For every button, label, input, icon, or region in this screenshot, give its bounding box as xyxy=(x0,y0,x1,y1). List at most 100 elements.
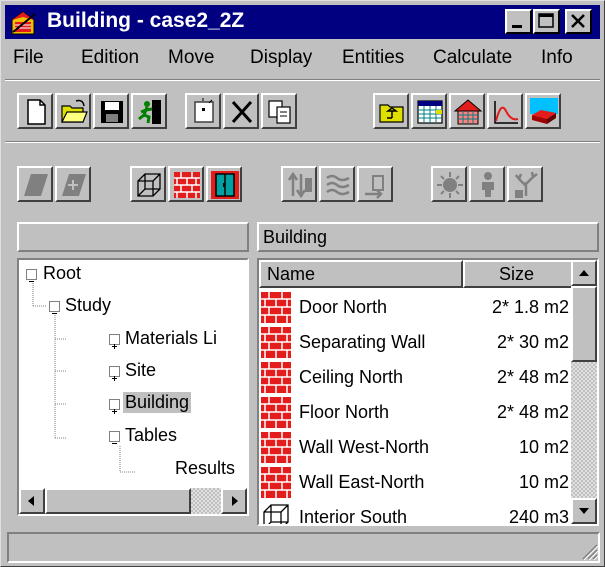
resize-grip-icon[interactable] xyxy=(579,541,599,561)
menu-display[interactable]: Display xyxy=(250,47,312,69)
tree-hscroll-thumb[interactable] xyxy=(45,488,191,514)
list-vscroll-thumb[interactable] xyxy=(571,286,597,362)
tables-collapse-toggle[interactable] xyxy=(109,431,120,444)
save-disk-icon xyxy=(101,101,123,123)
menu-info[interactable]: Info xyxy=(541,47,573,69)
menu-move[interactable]: Move xyxy=(168,47,214,69)
tree-node-site[interactable]: Site xyxy=(125,360,156,381)
column-name-label: Name xyxy=(267,264,316,284)
menu-entities[interactable]: Entities xyxy=(342,47,404,69)
left-panel-header xyxy=(17,222,249,252)
parent-folder-icon xyxy=(379,104,404,123)
toolbar-wall-button[interactable] xyxy=(168,166,204,202)
wall-brick-icon xyxy=(261,397,291,428)
menu-edition[interactable]: Edition xyxy=(81,47,139,69)
toolbar-new-button[interactable] xyxy=(17,93,53,129)
toolbar-shape-button[interactable] xyxy=(17,166,53,202)
arrows-gray-icon xyxy=(287,171,312,199)
tree-view[interactable]: Root Study Materials Li Site Building Ta… xyxy=(17,258,249,516)
entity-list[interactable]: Name Size Door North 2* 1.8 m2 Separatin… xyxy=(257,258,599,526)
toolbar-exit-button[interactable] xyxy=(131,93,167,129)
new-document-icon xyxy=(27,99,46,125)
toolbar-new-item-button[interactable] xyxy=(185,93,221,129)
tree-node-results[interactable]: Results xyxy=(175,458,235,479)
toolbar-table-button[interactable] xyxy=(411,93,447,129)
toolbar-arrow-in-button[interactable] xyxy=(357,166,393,202)
toolbar-delete-button[interactable] xyxy=(223,93,259,129)
right-panel-title: Building xyxy=(263,227,328,247)
new-item-icon xyxy=(194,98,214,123)
maximize-button[interactable] xyxy=(533,9,560,34)
title-bar[interactable]: Building - case2_2Z xyxy=(5,5,600,39)
toolbar-split-button[interactable] xyxy=(55,166,91,202)
minimize-button[interactable] xyxy=(505,9,532,34)
row-name: Ceiling North xyxy=(299,367,404,387)
row-size: 10 m2 xyxy=(518,472,569,492)
sun-gray-icon xyxy=(437,172,463,198)
maximize-icon xyxy=(538,13,554,28)
toolbar-arrows-button[interactable] xyxy=(281,166,317,202)
tree-scroll-right-button[interactable] xyxy=(221,488,247,514)
row-name: Wall West-North xyxy=(299,437,430,457)
row-name: Interior South xyxy=(299,507,408,526)
materials-expand-toggle[interactable] xyxy=(109,334,120,349)
toolbar-copy-button[interactable] xyxy=(261,93,297,129)
column-header-size[interactable]: Size xyxy=(463,260,575,288)
wall-brick-icon xyxy=(261,327,291,358)
toolbar-building-button[interactable] xyxy=(449,93,485,129)
arrow-down-icon xyxy=(579,508,589,514)
list-item[interactable]: Door North 2* 1.8 m2 xyxy=(259,290,575,325)
site-expand-toggle[interactable] xyxy=(109,366,120,381)
toolbar-separator xyxy=(5,141,600,143)
tree-node-tables[interactable]: Tables xyxy=(125,425,177,446)
row-size: 2* 48 m2 xyxy=(496,367,569,387)
study-collapse-toggle[interactable] xyxy=(49,301,60,314)
toolbar-door-button[interactable] xyxy=(206,166,242,202)
close-button[interactable] xyxy=(565,9,592,34)
split-gray-icon xyxy=(62,174,86,196)
3d-view-icon xyxy=(530,98,558,124)
list-item[interactable]: Interior South 240 m3 xyxy=(259,500,575,526)
main-window: Building - case2_2Z File Edition Move Di… xyxy=(0,0,605,567)
list-item[interactable]: Wall East-North 10 m2 xyxy=(259,465,575,500)
wall-brick-icon xyxy=(261,467,291,498)
column-header-name[interactable]: Name xyxy=(259,260,463,288)
toolbar-waves-button[interactable] xyxy=(319,166,355,202)
list-item[interactable]: Wall West-North 10 m2 xyxy=(259,430,575,465)
tree-scroll-left-button[interactable] xyxy=(19,488,45,514)
toolbar-tree-button[interactable] xyxy=(507,166,543,202)
toolbar-save-button[interactable] xyxy=(93,93,129,129)
tree-node-building[interactable]: Building xyxy=(123,392,192,413)
table-grid-icon xyxy=(417,100,443,124)
toolbar-open-button[interactable] xyxy=(55,93,91,129)
toolbar-volume-button[interactable] xyxy=(130,166,166,202)
menu-file[interactable]: File xyxy=(13,47,44,69)
wall-brick-icon xyxy=(261,292,291,323)
exit-running-man-icon xyxy=(138,100,161,124)
toolbar-person-button[interactable] xyxy=(469,166,505,202)
list-scroll-down-button[interactable] xyxy=(571,498,597,524)
list-scroll-up-button[interactable] xyxy=(571,260,597,286)
app-building-icon xyxy=(9,8,37,36)
menu-calculate[interactable]: Calculate xyxy=(433,47,512,69)
building-icon xyxy=(453,99,483,125)
window-title: Building - case2_2Z xyxy=(47,9,245,32)
row-name: Separating Wall xyxy=(299,332,426,352)
shape-gray-icon xyxy=(24,174,48,196)
building-expand-toggle[interactable] xyxy=(109,399,120,414)
toolbar-chart-button[interactable] xyxy=(487,93,523,129)
arrow-in-gray-icon xyxy=(365,175,384,199)
toolbar-sun-button[interactable] xyxy=(431,166,467,202)
list-item[interactable]: Floor North 2* 48 m2 xyxy=(259,395,575,430)
toolbar-3d-view-button[interactable] xyxy=(525,93,561,129)
row-name: Floor North xyxy=(299,402,390,422)
root-collapse-toggle[interactable] xyxy=(26,269,37,282)
arrow-left-icon xyxy=(28,496,34,506)
toolbar-parent-folder-button[interactable] xyxy=(373,93,409,129)
list-item[interactable]: Ceiling North 2* 48 m2 xyxy=(259,360,575,395)
tree-node-materials[interactable]: Materials Li xyxy=(125,328,217,349)
menu-separator xyxy=(5,79,600,81)
list-item[interactable]: Separating Wall 2* 30 m2 xyxy=(259,325,575,360)
tree-node-root[interactable]: Root xyxy=(43,263,81,284)
tree-node-study[interactable]: Study xyxy=(65,295,111,316)
